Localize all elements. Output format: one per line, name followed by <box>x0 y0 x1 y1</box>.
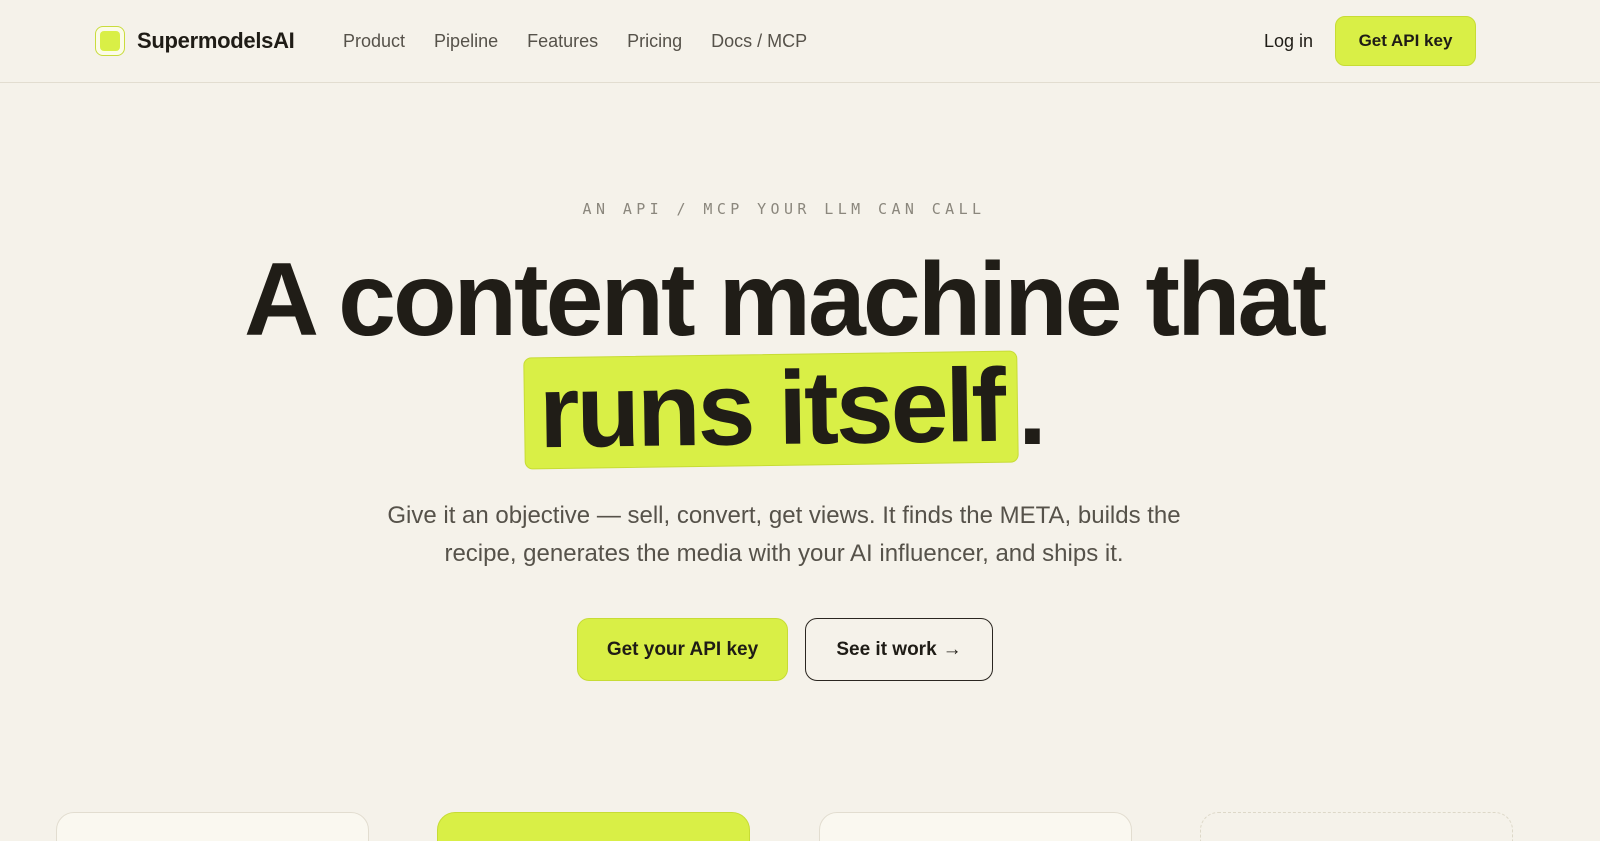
headline-line-1: A content machine that <box>243 242 1327 358</box>
headline-line-2: runs itself. <box>0 348 1568 470</box>
top-nav: SupermodelsAI Product Pipeline Features … <box>0 0 1600 83</box>
feature-card <box>56 812 369 841</box>
hero-subtitle: Give it an objective — sell, convert, ge… <box>387 502 1181 567</box>
headline-highlight: runs itself <box>523 348 1019 470</box>
logo-square-icon <box>95 26 125 56</box>
nav-link-features[interactable]: Features <box>527 28 598 54</box>
get-your-api-key-button[interactable]: Get your API key <box>577 618 788 681</box>
hero-headline: A content machine that runs itself. <box>0 246 1568 470</box>
login-link[interactable]: Log in <box>1264 28 1313 54</box>
feature-card-highlighted <box>437 812 750 841</box>
nav-link-product[interactable]: Product <box>343 28 405 54</box>
hero-eyebrow: AN API / MCP YOUR LLM CAN CALL <box>582 200 986 218</box>
headline-period: . <box>1018 351 1047 467</box>
nav-link-pipeline[interactable]: Pipeline <box>434 28 498 54</box>
feature-card-placeholder <box>1200 812 1513 841</box>
nav-link-docs-mcp[interactable]: Docs / MCP <box>711 28 807 54</box>
arrow-right-icon: → <box>942 638 962 660</box>
feature-card <box>819 812 1132 841</box>
brand-name: SupermodelsAI <box>137 28 295 53</box>
nav-link-pricing[interactable]: Pricing <box>627 28 682 54</box>
brand-logo-link[interactable]: SupermodelsAI <box>95 26 295 56</box>
nav-links: Product Pipeline Features Pricing Docs /… <box>343 28 807 54</box>
get-api-key-button[interactable]: Get API key <box>1335 16 1476 66</box>
see-it-work-label: See it work <box>836 638 937 660</box>
see-it-work-button[interactable]: See it work → <box>805 618 993 681</box>
